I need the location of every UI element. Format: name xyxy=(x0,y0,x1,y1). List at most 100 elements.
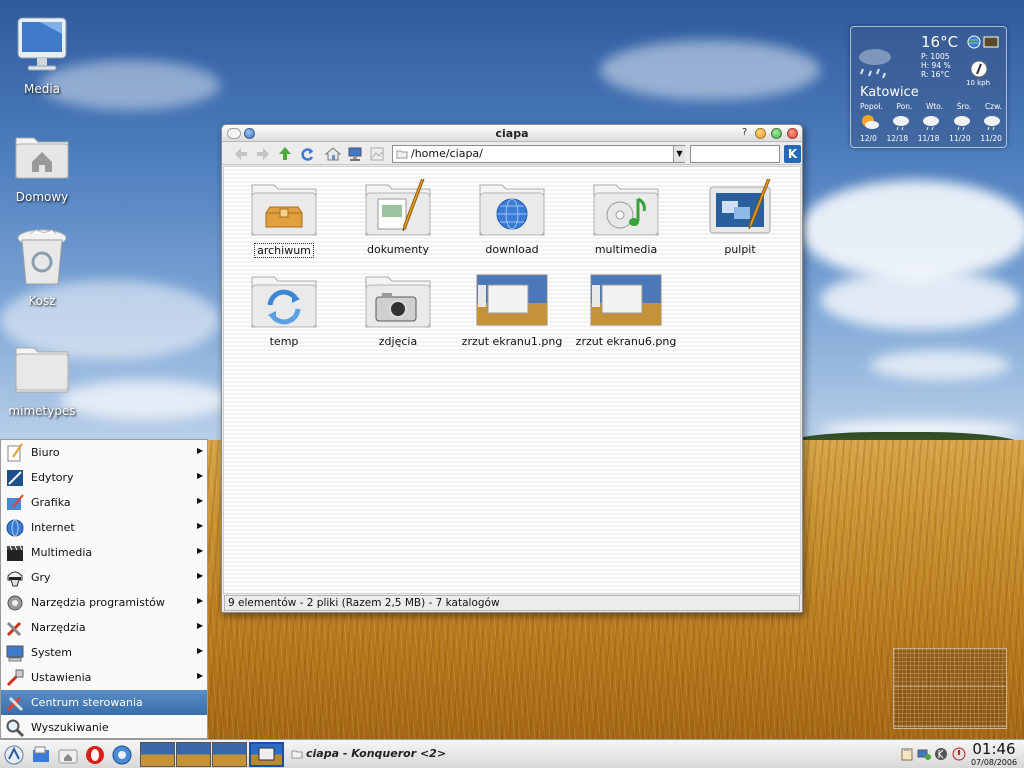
menu-item-internet[interactable]: Internet ▶ xyxy=(1,515,207,540)
pager-desktop[interactable] xyxy=(140,742,175,767)
desktop-icon-mimetypes[interactable]: mimetypes xyxy=(2,336,82,418)
graphics-icon xyxy=(7,494,24,510)
pager-desktop-active[interactable] xyxy=(249,742,284,767)
image-thumbnail-icon xyxy=(476,271,548,331)
desktop-icon-trash[interactable]: Kosz xyxy=(2,226,82,308)
home-folder-icon xyxy=(10,122,74,186)
station-icon xyxy=(983,36,999,48)
file-label: pulpit xyxy=(724,243,756,256)
documents-folder-icon xyxy=(362,177,434,239)
file-label: temp xyxy=(269,335,299,348)
file-view[interactable]: archiwum dokumenty download multimedia p… xyxy=(223,166,801,594)
menu-item-ustawienia[interactable]: Ustawienia ▶ xyxy=(1,665,207,690)
search-input[interactable] xyxy=(690,145,780,163)
menu-item-edytory[interactable]: Edytory ▶ xyxy=(1,465,207,490)
menu-item-system[interactable]: System ▶ xyxy=(1,640,207,665)
clipboard-icon[interactable] xyxy=(900,747,914,761)
clock-time: 01:46 xyxy=(972,740,1016,758)
desktop-icon-home[interactable]: Domowy xyxy=(2,122,82,204)
menu-item-biuro[interactable]: Biuro ▶ xyxy=(1,440,207,465)
weather-details: P: 1005 H: 94 % R: 16°C xyxy=(921,52,951,79)
window-thumbnail-icon xyxy=(258,747,275,761)
konqueror-launcher[interactable] xyxy=(111,744,133,766)
weather-applet[interactable]: 16°C P: 1005 H: 94 % R: 16°C 10 kph Kato… xyxy=(850,26,1007,148)
window-titlebar[interactable]: ciapa ? xyxy=(222,125,802,142)
main-toolbar: /home/ciapa/ ▼ K xyxy=(222,143,802,165)
file-item[interactable]: zrzut ekranu1.png xyxy=(456,271,568,348)
desktop-icon-media[interactable]: Media xyxy=(2,14,82,96)
update-notifier-icon[interactable] xyxy=(952,747,966,761)
trash-icon xyxy=(10,226,74,290)
file-label: download xyxy=(485,243,539,256)
menu-item-narzedzia[interactable]: Narzędzia ▶ xyxy=(1,615,207,640)
developer-tools-icon xyxy=(7,595,23,611)
sun-cloud-icon xyxy=(862,115,879,129)
menu-item-gry[interactable]: Gry ▶ xyxy=(1,565,207,590)
forecast-day: Czw. xyxy=(984,102,1002,111)
forecast-day: Popoł. xyxy=(860,102,883,111)
taskbar-task[interactable]: ciapa - Konqueror <2> xyxy=(288,742,888,767)
submenu-arrow-icon: ▶ xyxy=(197,446,204,455)
weather-city: Katowice xyxy=(860,85,919,100)
submenu-arrow-icon: ▶ xyxy=(197,621,204,630)
file-item[interactable]: temp xyxy=(228,271,340,348)
maximize-button[interactable] xyxy=(771,128,782,139)
submenu-arrow-icon: ▶ xyxy=(197,596,204,605)
browser-launcher[interactable] xyxy=(84,744,106,766)
menu-item-wyszukiwanie[interactable]: Wyszukiwanie xyxy=(1,715,207,740)
pager-desktop[interactable] xyxy=(212,742,247,767)
task-label: ciapa - Konqueror <2> xyxy=(306,747,447,760)
forward-button[interactable] xyxy=(254,145,272,163)
location-dropdown-button[interactable]: ▼ xyxy=(673,146,685,162)
forward-arrow-icon xyxy=(257,148,269,160)
clock[interactable]: 01:46 07/08/2006 xyxy=(966,740,1022,768)
file-item[interactable]: multimedia xyxy=(570,179,682,256)
up-arrow-icon xyxy=(279,147,291,160)
menu-item-centrum-sterowania[interactable]: Centrum sterowania xyxy=(1,690,207,715)
image-view-button[interactable] xyxy=(368,145,386,163)
k-menu: Biuro ▶ Edytory ▶ Grafika ▶ Internet ▶ M… xyxy=(0,439,208,739)
kde-wallet-icon[interactable] xyxy=(934,747,948,761)
folder-icon xyxy=(10,336,74,400)
home-button[interactable] xyxy=(324,145,342,163)
pager-desktop[interactable] xyxy=(176,742,211,767)
home-launcher[interactable] xyxy=(57,744,79,766)
reload-button[interactable] xyxy=(298,145,316,163)
kontact-launcher[interactable] xyxy=(30,744,52,766)
file-item[interactable]: download xyxy=(456,179,568,256)
file-item[interactable]: pulpit xyxy=(684,177,796,256)
back-button[interactable] xyxy=(232,145,250,163)
menu-item-grafika[interactable]: Grafika ▶ xyxy=(1,490,207,515)
help-button[interactable]: ? xyxy=(742,127,747,138)
network-status-icon[interactable] xyxy=(917,747,931,761)
file-label: zrzut ekranu6.png xyxy=(575,335,677,348)
konqueror-window: ciapa ? /home/ciapa/ ▼ K archiwum dokume… xyxy=(221,124,803,613)
submenu-arrow-icon: ▶ xyxy=(197,546,204,555)
home-folder-icon xyxy=(58,749,78,764)
file-label: zrzut ekranu1.png xyxy=(461,335,563,348)
up-button[interactable] xyxy=(276,145,294,163)
menu-item-narzedzia-programistow[interactable]: Narzędzia programistów ▶ xyxy=(1,590,207,615)
system-icon xyxy=(6,645,24,662)
network-button[interactable] xyxy=(346,145,364,163)
internet-globe-icon xyxy=(6,519,24,537)
forecast-temp: 11/20 xyxy=(980,134,1002,143)
file-item[interactable]: archiwum xyxy=(228,179,340,258)
kde-logo-icon[interactable]: K xyxy=(784,145,801,163)
weather-temperature: 16°C xyxy=(921,33,959,51)
file-item[interactable]: dokumenty xyxy=(342,177,454,256)
file-label: zdjęcia xyxy=(378,335,418,348)
minimize-button[interactable] xyxy=(755,128,766,139)
system-monitor-applet[interactable] xyxy=(893,648,1007,729)
weather-days: Popoł. Pon. Wto. Śro. Czw. xyxy=(860,102,1002,111)
submenu-arrow-icon: ▶ xyxy=(197,571,204,580)
location-bar[interactable]: /home/ciapa/ xyxy=(392,145,685,163)
desktop-icon-label: Kosz xyxy=(28,294,56,308)
forecast-temps: 12/0 12/18 11/18 11/20 11/20 xyxy=(860,134,1002,143)
file-item[interactable]: zdjęcia xyxy=(342,271,454,348)
file-item[interactable]: zrzut ekranu6.png xyxy=(570,271,682,348)
close-button[interactable] xyxy=(787,128,798,139)
k-menu-button[interactable] xyxy=(3,744,25,766)
temp-folder-icon xyxy=(248,271,320,331)
menu-item-multimedia[interactable]: Multimedia ▶ xyxy=(1,540,207,565)
